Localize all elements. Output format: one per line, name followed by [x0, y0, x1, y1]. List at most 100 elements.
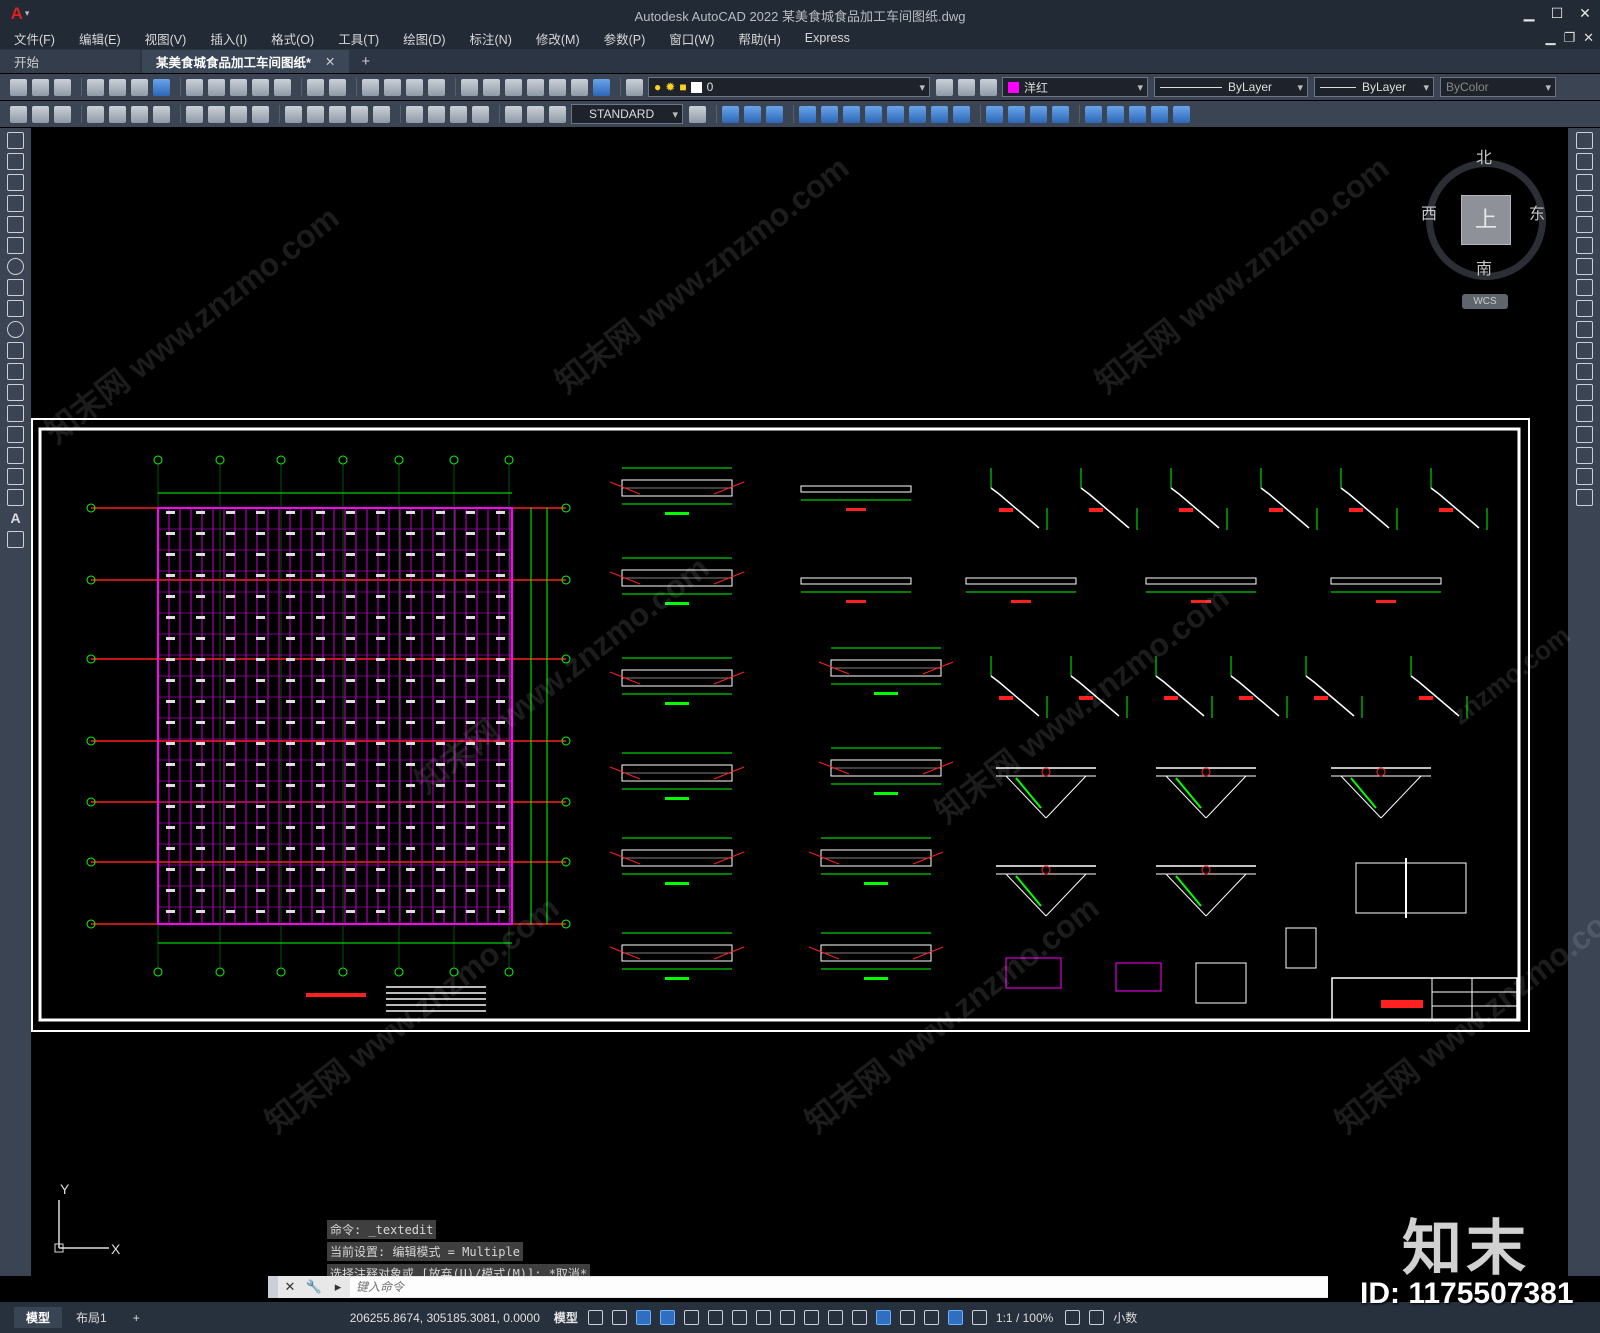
modify-6-icon[interactable] [843, 105, 860, 123]
menu-help[interactable]: 帮助(H) [738, 29, 780, 48]
toolbar-c-icon[interactable] [54, 105, 71, 123]
3d-osnap-icon[interactable] [851, 1310, 867, 1325]
baseline-icon[interactable] [307, 105, 324, 123]
inspection-icon[interactable] [450, 105, 467, 123]
units-readout[interactable]: 小数 [1113, 1309, 1137, 1326]
drawing-canvas[interactable]: Y X [31, 128, 1568, 1276]
array-icon[interactable] [1575, 216, 1593, 233]
copy-object-icon[interactable] [1575, 153, 1593, 170]
text-style-dropdown[interactable]: STANDARD [571, 104, 683, 124]
menu-edit[interactable]: 编辑(E) [79, 29, 121, 48]
break-at-point-icon[interactable] [1575, 363, 1593, 380]
modify-13-icon[interactable] [1008, 105, 1025, 123]
modify-20-icon[interactable] [1173, 105, 1190, 123]
coordinates-readout[interactable]: 206255.8674, 305185.3081, 0.0000 [350, 1311, 540, 1325]
dynamic-ucs-icon[interactable] [875, 1310, 891, 1325]
modify-1-icon[interactable] [722, 105, 739, 123]
erase-icon[interactable] [1575, 132, 1593, 149]
lineweight-icon[interactable] [779, 1310, 795, 1325]
tab-drawing[interactable]: 某美食城食品加工车间图纸* ✕ [142, 50, 350, 73]
properties-icon[interactable] [461, 78, 478, 96]
menu-draw[interactable]: 绘图(D) [403, 29, 445, 48]
insert-block-icon[interactable] [7, 363, 24, 380]
sheet-set-icon[interactable] [527, 78, 544, 96]
dimension-break-icon[interactable] [373, 105, 390, 123]
dimension-space-icon[interactable] [351, 105, 368, 123]
ellipse-icon[interactable] [7, 321, 24, 338]
modify-15-icon[interactable] [1052, 105, 1069, 123]
circle-icon[interactable] [7, 258, 24, 275]
move-icon[interactable] [1575, 237, 1593, 254]
close-button[interactable]: ✕ [1574, 2, 1596, 24]
dimension-text-edit-icon[interactable] [527, 105, 544, 123]
toolbar-b-icon[interactable] [32, 105, 49, 123]
lineweight-dropdown[interactable]: ByLayer [1314, 77, 1434, 97]
cut-icon[interactable] [186, 78, 203, 96]
tool-palettes-icon[interactable] [505, 78, 522, 96]
spline-icon[interactable] [7, 300, 24, 317]
paste-icon[interactable] [230, 78, 247, 96]
grid-icon[interactable] [587, 1310, 603, 1325]
layer-dropdown[interactable]: ● ✹ ■ 0 [648, 77, 930, 97]
quickcalc-icon[interactable] [571, 78, 588, 96]
plotstyle-dropdown[interactable]: ByColor [1440, 77, 1556, 97]
scale-icon[interactable] [1575, 279, 1593, 296]
extend-icon[interactable] [1575, 342, 1593, 359]
help-icon[interactable] [593, 78, 610, 96]
doc-minimize-button[interactable]: ▁ [1545, 30, 1555, 46]
modify-12-icon[interactable] [986, 105, 1003, 123]
jogged-linear-icon[interactable] [472, 105, 489, 123]
zoom-realtime-icon[interactable] [384, 78, 401, 96]
minimize-button[interactable]: ▁ [1518, 2, 1540, 24]
layout1-tab[interactable]: 布局1 [64, 1307, 119, 1328]
tab-start[interactable]: 开始 [0, 50, 140, 73]
linear-dimension-icon[interactable] [87, 105, 104, 123]
close-command-icon[interactable]: ✕ [278, 1279, 302, 1295]
snap-icon[interactable] [611, 1310, 627, 1325]
tolerance-icon[interactable] [406, 105, 423, 123]
new-icon[interactable] [10, 78, 27, 96]
arc-icon[interactable] [7, 237, 24, 254]
modify-17-icon[interactable] [1107, 105, 1124, 123]
menu-modify[interactable]: 修改(M) [536, 29, 580, 48]
doc-close-button[interactable]: ✕ [1583, 30, 1594, 46]
auto-scale-icon[interactable] [971, 1310, 987, 1325]
maximize-button[interactable]: ☐ [1546, 2, 1568, 24]
gradient-icon[interactable] [7, 447, 24, 464]
plot-icon[interactable] [87, 78, 104, 96]
zoom-window-icon[interactable] [406, 78, 423, 96]
compass-south[interactable]: 南 [1476, 255, 1492, 279]
table-icon[interactable] [7, 489, 24, 506]
menu-dimension[interactable]: 标注(N) [470, 29, 512, 48]
line-icon[interactable] [7, 132, 24, 149]
center-mark-icon[interactable] [428, 105, 445, 123]
model-tab[interactable]: 模型 [14, 1307, 63, 1328]
close-tab-icon[interactable]: ✕ [325, 54, 335, 69]
match-properties-icon[interactable] [252, 78, 269, 96]
model-space-button[interactable]: 模型 [554, 1309, 578, 1326]
markup-icon[interactable] [549, 78, 566, 96]
annotation-monitor-icon[interactable] [1089, 1310, 1105, 1325]
infer-constraints-icon[interactable] [635, 1310, 651, 1325]
radius-icon[interactable] [186, 105, 203, 123]
toolbar-a-icon[interactable] [10, 105, 27, 123]
doc-restore-button[interactable]: ❐ [1563, 30, 1575, 46]
compass-north[interactable]: 北 [1476, 144, 1492, 168]
zoom-previous-icon[interactable] [428, 78, 445, 96]
modify-10-icon[interactable] [931, 105, 948, 123]
add-selected-icon[interactable] [7, 531, 24, 548]
dimension-style-icon[interactable] [689, 105, 706, 123]
object-snap-tracking-icon[interactable] [731, 1310, 747, 1325]
selection-filter-icon[interactable] [899, 1310, 915, 1325]
block-editor-icon[interactable] [274, 78, 291, 96]
modify-4-icon[interactable] [799, 105, 816, 123]
ortho-icon[interactable] [659, 1310, 675, 1325]
compass-west[interactable]: 西 [1421, 200, 1437, 224]
aligned-dimension-icon[interactable] [109, 105, 126, 123]
angular-icon[interactable] [252, 105, 269, 123]
multiline-text-icon[interactable]: A [7, 510, 24, 527]
revision-cloud-icon[interactable] [7, 279, 24, 296]
wcs-menu-button[interactable]: WCS [1462, 294, 1508, 309]
plot-preview-icon[interactable] [109, 78, 126, 96]
save-icon[interactable] [54, 78, 71, 96]
